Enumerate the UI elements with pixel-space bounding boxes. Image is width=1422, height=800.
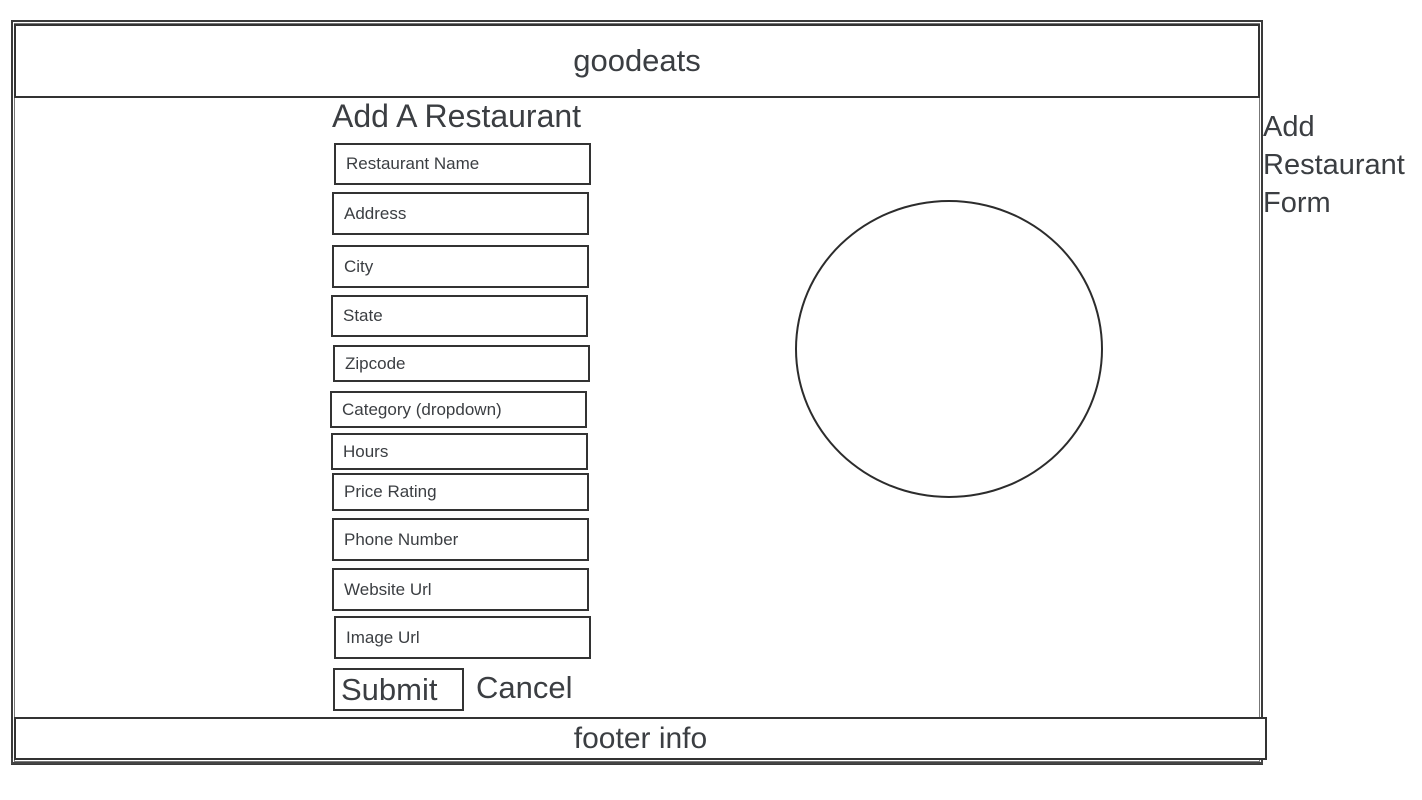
wireframe-annotation: Add Restaurant Form xyxy=(1263,108,1405,222)
footer-text: footer info xyxy=(573,721,708,755)
site-title[interactable]: goodeats xyxy=(573,43,701,79)
cancel-button[interactable]: Cancel xyxy=(476,670,573,706)
annotation-line: Restaurant xyxy=(1263,149,1405,181)
form-title: Add A Restaurant xyxy=(332,98,582,134)
phone-number-field[interactable]: Phone Number xyxy=(332,518,589,561)
website-url-field[interactable]: Website Url xyxy=(332,568,589,611)
image-url-field[interactable]: Image Url xyxy=(334,616,591,659)
submit-button[interactable]: Submit xyxy=(333,668,464,711)
image-placeholder-circle xyxy=(795,200,1103,498)
hours-field[interactable]: Hours xyxy=(331,433,588,470)
category-dropdown[interactable]: Category (dropdown) xyxy=(330,391,587,428)
state-field[interactable]: State xyxy=(331,295,588,337)
zipcode-field[interactable]: Zipcode xyxy=(333,345,590,382)
site-header: goodeats xyxy=(14,24,1260,98)
price-rating-field[interactable]: Price Rating xyxy=(332,473,589,511)
site-footer: footer info xyxy=(14,717,1267,760)
restaurant-name-field[interactable]: Restaurant Name xyxy=(334,143,591,185)
address-field[interactable]: Address xyxy=(332,192,589,235)
annotation-line: Add xyxy=(1263,111,1315,143)
annotation-line: Form xyxy=(1263,187,1331,219)
city-field[interactable]: City xyxy=(332,245,589,288)
